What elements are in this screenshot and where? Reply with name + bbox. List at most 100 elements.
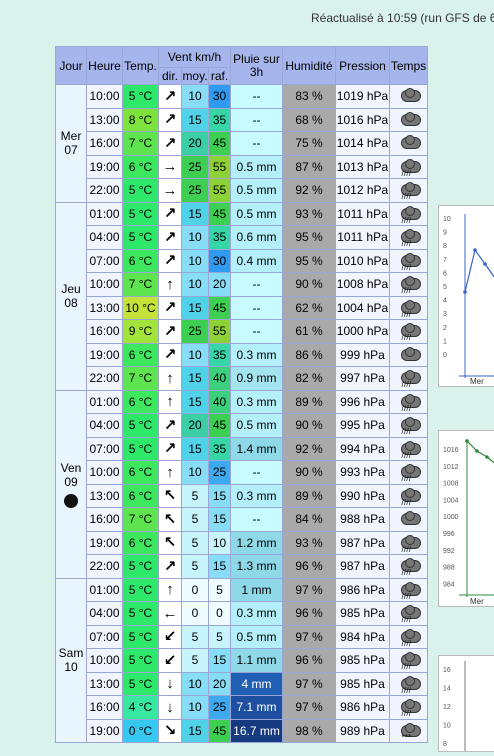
wind-direction-cell: ↗ <box>158 319 182 344</box>
pressure-cell: 1014 hPa <box>335 131 390 156</box>
weather-cell: / / / / <box>389 272 428 297</box>
rain-cloud-icon: / / / / <box>398 699 421 718</box>
hour-cell: 22:00 <box>86 366 123 391</box>
temperature-cell: 6 °C <box>122 342 159 367</box>
hour-cell: 13:00 <box>86 671 123 696</box>
col-header-day: Jour <box>55 46 87 85</box>
temperature-point <box>483 262 487 266</box>
wind-arrow-ne-icon: ↗ <box>163 87 177 105</box>
wind-avg-cell: 10 <box>181 460 209 485</box>
col-header-temp: Temp. <box>122 46 159 85</box>
rain-cell: -- <box>230 131 283 156</box>
humidity-cell: 89 % <box>282 483 336 508</box>
wind-arrow-sw-icon: ↙ <box>163 628 177 646</box>
temperature-cell: 5 °C <box>122 577 159 602</box>
wind-arrow-n-icon: ↑ <box>166 393 174 411</box>
pressure-cell: 1011 hPa <box>335 225 390 250</box>
temperature-cell: 5 °C <box>122 225 159 250</box>
wind-arrow-s-icon: ↓ <box>166 675 174 693</box>
pressure-cell: 1000 hPa <box>335 319 390 344</box>
col-header-pressure: Pression <box>335 46 390 85</box>
wind-direction-cell: ↙ <box>158 624 182 649</box>
weather-cell: / / / / <box>389 225 428 250</box>
wind-arrow-nw-icon: ↖ <box>163 487 177 505</box>
hour-cell: 19:00 <box>86 718 123 743</box>
rain-cloud-icon: / / / / <box>398 323 421 342</box>
wind-arrow-ne-icon: ↗ <box>163 228 177 246</box>
forecast-row: 13:00 8 °C ↗ 15 35 -- 68 % 1016 hPa <box>56 107 428 132</box>
wind-avg-cell: 10 <box>181 272 209 297</box>
humidity-cell: 92 % <box>282 436 336 461</box>
hour-cell: 19:00 <box>86 342 123 367</box>
weather-cell: / / / / <box>389 624 428 649</box>
temperature-cell: 0 °C <box>122 718 159 743</box>
wind-gust-cell: 45 <box>208 131 231 156</box>
hour-cell: 16:00 <box>86 507 123 532</box>
rain-cell: -- <box>230 272 283 297</box>
wind-gust-cell: 35 <box>208 225 231 250</box>
hour-cell: 07:00 <box>86 248 123 273</box>
weather-cell: / / / / <box>389 671 428 696</box>
rain-cell: 0.3 mm <box>230 601 283 626</box>
wind-gust-cell: 20 <box>208 272 231 297</box>
hour-cell: 13:00 <box>86 295 123 320</box>
humidity-cell: 96 % <box>282 601 336 626</box>
hour-cell: 01:00 <box>86 577 123 602</box>
weather-cell: * * * <box>389 718 428 743</box>
axis-tick-label: 7 <box>443 257 447 264</box>
wind-avg-cell: 10 <box>181 671 209 696</box>
wind-arrow-ne-icon: ↗ <box>163 205 177 223</box>
pressure-cell: 987 hPa <box>335 530 390 555</box>
col-header-wind: Vent km/h <box>158 46 231 68</box>
wind-avg-cell: 10 <box>181 342 209 367</box>
wind-direction-cell: ↑ <box>158 366 182 391</box>
hour-cell: 16:00 <box>86 319 123 344</box>
wind-direction-cell: ↖ <box>158 483 182 508</box>
hour-cell: 04:00 <box>86 225 123 250</box>
hour-cell: 19:00 <box>86 530 123 555</box>
hour-cell: 01:00 <box>86 389 123 414</box>
wind-gust-cell: 35 <box>208 342 231 367</box>
humidity-cell: 95 % <box>282 225 336 250</box>
axis-tick-label: 0 <box>443 352 447 359</box>
temperature-cell: 6 °C <box>122 530 159 555</box>
wind-direction-cell: ↗ <box>158 295 182 320</box>
forecast-row: 16:00 9 °C ↗ 25 55 -- 61 % 1000 hPa / / / / <box>56 319 428 344</box>
wind-gust-cell: 30 <box>208 248 231 273</box>
wind-direction-cell: ↗ <box>158 225 182 250</box>
wind-avg-cell: 25 <box>181 178 209 203</box>
forecast-row: 10:00 7 °C ↑ 10 20 -- 90 % 1008 hPa / / / / <box>56 272 428 297</box>
forecast-row: 13:00 10 °C ↗ 15 45 -- 62 % 1004 hPa / / / / <box>56 295 428 320</box>
forecast-row: 07:00 6 °C ↗ 10 30 0.4 mm 95 % 1010 hPa / / / / <box>56 248 428 273</box>
wind-arrow-ne-icon: ↗ <box>163 416 177 434</box>
pressure-cell: 996 hPa <box>335 389 390 414</box>
humidity-cell: 97 % <box>282 695 336 720</box>
humidity-cell: 97 % <box>282 577 336 602</box>
wind-arrow-n-icon: ↑ <box>166 581 174 599</box>
wind-avg-cell: 10 <box>181 695 209 720</box>
wind-gust-cell: 40 <box>208 366 231 391</box>
forecast-row: 22:00 5 °C → 25 55 0.5 mm 92 % 1012 hPa / / / / <box>56 178 428 203</box>
pressure-point <box>485 455 489 459</box>
rain-cell: 1.1 mm <box>230 648 283 673</box>
temperature-cell: 8 °C <box>122 107 159 132</box>
hour-cell: 13:00 <box>86 107 123 132</box>
forecast-row: Mer 07 10:00 5 °C ↗ 10 30 -- 83 % 1019 hPa <box>55 84 428 203</box>
hour-cell: 10:00 <box>86 460 123 485</box>
temperature-cell: 7 °C <box>122 131 159 156</box>
forecast-row: 07:00 5 °C ↗ 15 35 1.4 mm 92 % 994 hPa / / / / <box>56 436 428 461</box>
wind-avg-cell: 25 <box>181 319 209 344</box>
humidity-cell: 95 % <box>282 248 336 273</box>
moon-phase-icon <box>64 493 78 508</box>
wind-gust-cell: 30 <box>208 84 231 109</box>
graph-x-label: Mer <box>470 597 484 606</box>
weather-cell: / / / / <box>389 648 428 673</box>
axis-tick-label: 12 <box>443 704 451 711</box>
weather-cell <box>389 131 428 156</box>
axis-tick-label: 1000 <box>443 514 459 521</box>
forecast-row: 07:00 5 °C ↙ 5 5 0.5 mm 97 % 984 hPa / / / / <box>56 624 428 649</box>
hour-cell: 04:00 <box>86 413 123 438</box>
rain-cloud-icon: / / / / <box>398 558 421 577</box>
humidity-cell: 93 % <box>282 201 336 226</box>
pressure-cell: 995 hPa <box>335 413 390 438</box>
